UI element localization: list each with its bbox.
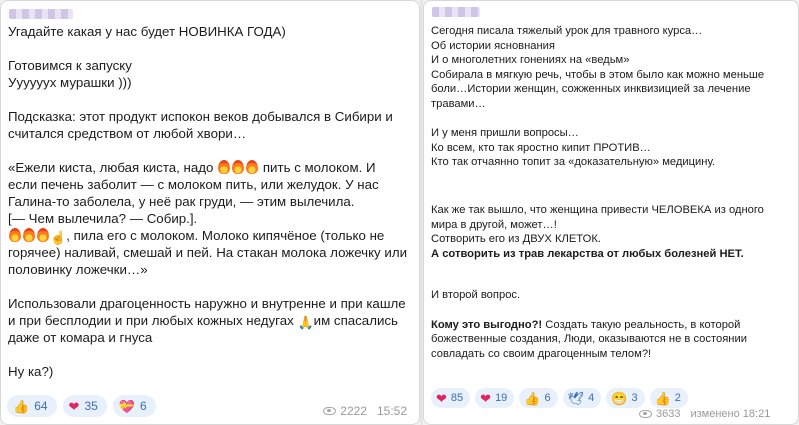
heart-icon: ❤ (68, 398, 80, 414)
reactions-bar: 👍 64 ❤ 35 💝 6 (7, 395, 156, 417)
text-line: считался средством от любой хвори… (8, 126, 247, 141)
message-meta: 3633 изменено 18:21 (639, 408, 770, 420)
sender-name-blurred[interactable] (9, 9, 73, 19)
text-line: Собирала в мягкую речь, чтобы в этом был… (431, 68, 765, 81)
edited-timestamp: изменено 18:21 (690, 408, 771, 420)
fire-icon (9, 228, 21, 242)
message-bubble-left: Угадайте какая у нас будет НОВИНКА ГОДА)… (0, 0, 420, 425)
text-line: Ну ка?) (8, 364, 54, 379)
text-line: Подсказка: этот продукт испокон веков до… (8, 109, 393, 124)
text-line: совладать со своим драгоценным телом?! (431, 347, 652, 360)
text-line: И о многолетних гонениях на «ведьм» (431, 54, 630, 67)
message-text: Сегодня писала тяжелый урок для травного… (431, 24, 792, 361)
message-bubble-right: Сегодня писала тяжелый урок для травного… (423, 0, 799, 425)
text-line: Галина-то заболела, у неё рак груди, — э… (8, 194, 355, 209)
text-line: травами… (431, 97, 486, 110)
text-line: половинку ложечки…» (8, 262, 148, 277)
text-line: если печень заболит — с молоком пить, ил… (8, 177, 379, 192)
text-line: ☝, пила его с молоком. Молоко кипячёное … (8, 227, 413, 245)
timestamp: 15:52 (376, 404, 407, 418)
reaction-thumbs-up[interactable]: 👍 2 (649, 388, 688, 408)
text-line: И второй вопрос. (431, 289, 521, 302)
thumbs-up-icon: 👍 (13, 398, 30, 414)
text-line: Сегодня писала тяжелый урок для травного… (431, 25, 703, 37)
eye-icon (639, 410, 652, 418)
fire-icon (218, 160, 231, 174)
reaction-dove[interactable]: 🕊 4 (562, 388, 602, 408)
reaction-thumbs-up[interactable]: 👍 6 (519, 388, 558, 408)
fire-icon (246, 160, 259, 174)
text-line: боли…Истории женщин, сожженных инквизици… (431, 83, 751, 96)
heart-icon: ❤ (480, 390, 492, 406)
text-line: Кому это выгодно?! Создать такую реально… (431, 318, 741, 331)
reaction-heart-gift[interactable]: 💝 6 (112, 395, 156, 417)
grin-icon: 😁 (611, 390, 628, 406)
view-count: 3633 (656, 408, 681, 420)
thumbs-up-icon: 👍 (654, 390, 671, 406)
reaction-heart[interactable]: ❤ 19 (475, 388, 515, 408)
text-line: даже от комара и гнуса (8, 330, 153, 345)
text-line: А сотворить из трав лекарства от любых б… (431, 247, 744, 260)
reactions-bar: ❤ 85 ❤ 19 👍 6 🕊 4 😁 3 👍 2 (431, 388, 688, 408)
text-line: Угадайте какая у нас будет НОВИНКА ГОДА) (8, 24, 286, 39)
text-line: и при бесплодии и при любых кожных недуг… (8, 313, 398, 330)
reaction-heart[interactable]: ❤ 35 (62, 395, 107, 417)
text-line: Об истории ясновнания (431, 39, 555, 52)
praying-hands-icon: 🙏 (297, 315, 314, 330)
heart-hands-icon: 💝 (118, 398, 135, 414)
heart-icon: ❤ (436, 390, 447, 406)
text-line: божественные создания, Люди, оказываются… (431, 333, 747, 346)
reaction-heart[interactable]: ❤ 85 (431, 388, 471, 408)
text-line: [— Чем вылечила? — Собир.]. (8, 211, 198, 226)
sender-name-blurred[interactable] (432, 7, 480, 17)
text-line: Кто так отчаянно топит за «доказательную… (431, 156, 716, 169)
eye-icon (323, 407, 337, 415)
text-line: Готовимся к запуску (8, 58, 132, 73)
fire-icon (232, 160, 245, 174)
text-line: горячее) наливай, смешай и пей. На стака… (8, 245, 408, 260)
fire-icon (37, 228, 49, 242)
text-line: Уууууух мурашки ))) (8, 75, 132, 90)
reaction-thumbs-up[interactable]: 👍 64 (7, 395, 57, 417)
text-line: Использовали драгоценность наружно и вну… (8, 296, 406, 311)
message-meta: 2222 15:52 (323, 404, 407, 418)
text-line: Сотворить его из ДВУХ КЛЕТОК. (431, 233, 601, 246)
view-count: 2222 (340, 404, 367, 418)
dove-icon: 🕊 (567, 390, 585, 406)
thumbs-up-icon: 👍 (524, 390, 541, 406)
text-line: мира в другой, может…! (431, 218, 557, 231)
text-line: Ко всем, кто так яростно кипит ПРОТИВ… (431, 141, 651, 154)
text-line: «Ежели киста, любая киста, надо пить с м… (8, 160, 376, 175)
fire-icon (23, 228, 35, 242)
reaction-grin[interactable]: 😁 3 (606, 388, 645, 408)
message-text: Угадайте какая у нас будет НОВИНКА ГОДА)… (8, 23, 413, 380)
text-line: И у меня пришли вопросы… (431, 127, 579, 140)
text-line: Как же так вышло, что женщина привести Ч… (431, 203, 764, 216)
